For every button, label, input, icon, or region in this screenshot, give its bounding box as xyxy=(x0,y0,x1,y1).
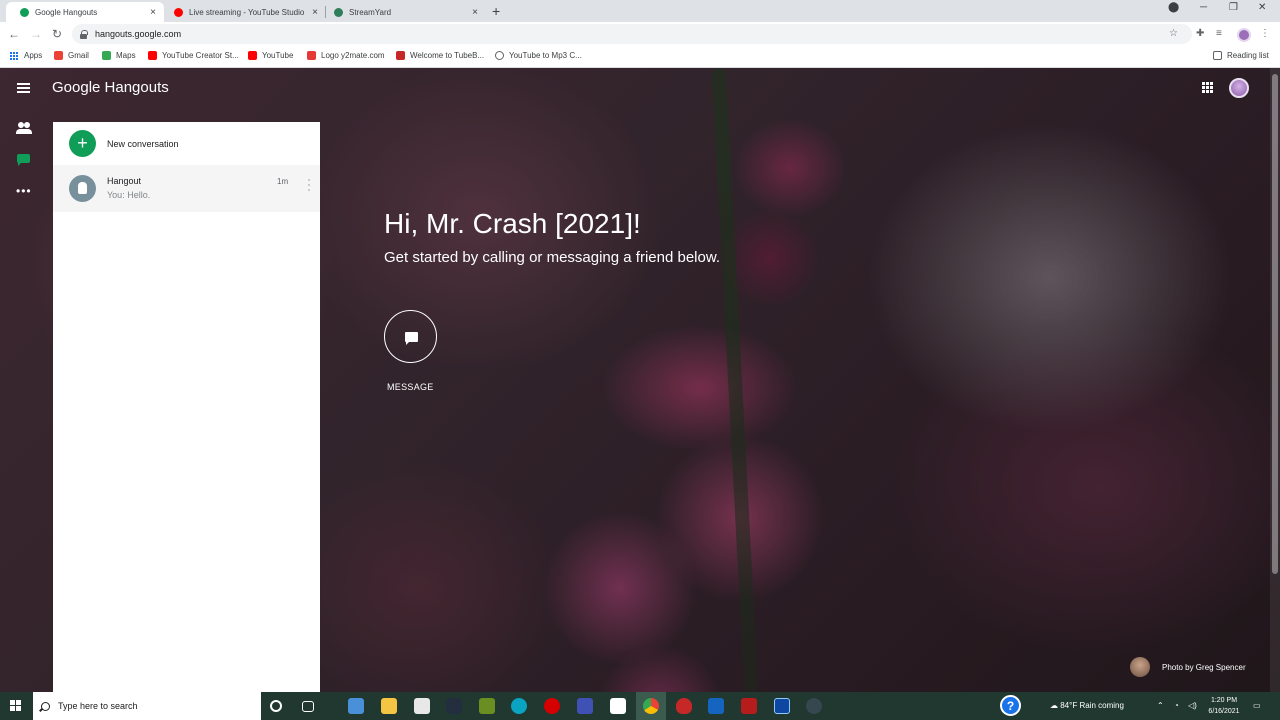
tab-youtube-studio[interactable]: Live streaming - YouTube Studio × xyxy=(160,2,326,22)
windows-taskbar: Type here to search ? ☁ 84°F Rain coming… xyxy=(0,692,1280,720)
bookmark-tubebuddy[interactable]: Welcome to TubeB... xyxy=(396,51,484,60)
tab-close-icon[interactable]: × xyxy=(146,7,160,18)
app-flame-icon[interactable] xyxy=(676,698,692,714)
edge-icon[interactable] xyxy=(511,698,527,714)
task-view-icon[interactable] xyxy=(302,701,314,712)
tray-chevron-icon[interactable]: ⌃ xyxy=(1157,701,1164,710)
youtube-favicon-icon xyxy=(174,7,183,17)
new-tab-button[interactable]: + xyxy=(492,3,500,19)
chrome-icon[interactable] xyxy=(643,698,659,714)
conversations-icon[interactable] xyxy=(16,152,32,168)
reading-list-button[interactable]: Reading list xyxy=(1213,51,1269,60)
new-conversation-button[interactable]: + New conversation xyxy=(53,122,320,165)
browser-tab-strip: Google Hangouts × Live streaming - YouTu… xyxy=(0,0,1280,22)
hangouts-page: Google Hangouts ••• + New conversation H… xyxy=(0,68,1280,692)
cloud-icon xyxy=(495,51,504,60)
tab-google-hangouts[interactable]: Google Hangouts × xyxy=(6,2,164,22)
obs-icon[interactable] xyxy=(806,698,822,714)
youtube-icon xyxy=(248,51,257,60)
conversation-item[interactable]: Hangout You: Hello. 1m xyxy=(53,165,320,212)
lock-icon xyxy=(80,30,88,39)
more-options-icon[interactable]: ••• xyxy=(16,183,32,199)
app-icon[interactable] xyxy=(577,698,593,714)
conversation-time: 1m xyxy=(277,177,289,186)
hangouts-favicon-icon xyxy=(20,7,29,17)
file-explorer-icon[interactable] xyxy=(381,698,397,714)
network-icon[interactable]: ◔ xyxy=(1174,701,1179,710)
bookmarks-bar: Apps Gmail Maps YouTube Creator St... Yo… xyxy=(0,46,1280,68)
account-avatar[interactable] xyxy=(1229,78,1249,98)
apps-grid-icon xyxy=(10,51,18,60)
youtube-icon xyxy=(148,51,157,60)
app-shield-icon[interactable] xyxy=(741,698,757,714)
tubebuddy-icon xyxy=(396,51,405,60)
taskbar-clock[interactable]: 1:20 PM 6/16/2021 xyxy=(1196,695,1252,717)
media-control-icon[interactable]: ≡ xyxy=(1216,28,1222,39)
message-button[interactable] xyxy=(384,310,437,363)
photographer-avatar xyxy=(1130,657,1150,677)
opera-icon[interactable] xyxy=(544,698,560,714)
bookmark-y2mate[interactable]: Logo y2mate.com xyxy=(307,51,385,60)
vmix-icon[interactable] xyxy=(774,698,790,714)
tab-search-icon[interactable]: ⬤ xyxy=(1168,2,1179,13)
tab-close-icon[interactable]: × xyxy=(468,7,482,18)
minimize-icon[interactable]: ─ xyxy=(1200,2,1207,13)
contacts-icon[interactable] xyxy=(16,120,32,136)
bookmark-star-icon[interactable]: ☆ xyxy=(1169,28,1178,39)
camtasia-icon[interactable] xyxy=(479,698,495,714)
screen: Google Hangouts × Live streaming - YouTu… xyxy=(0,0,1280,720)
greeting-title: Hi, Mr. Crash [2021]! xyxy=(384,208,641,239)
close-window-icon[interactable]: ✕ xyxy=(1258,2,1266,13)
hangouts-logo: Google Hangouts xyxy=(52,79,169,96)
reading-list-icon xyxy=(1213,51,1222,60)
conversation-panel: + New conversation Hangout You: Hello. 1… xyxy=(53,122,320,692)
cloud-icon: ☁ xyxy=(1050,701,1061,710)
message-label[interactable]: MESSAGE xyxy=(387,382,434,392)
taskbar-search[interactable]: Type here to search xyxy=(33,692,261,720)
scrollbar-thumb[interactable] xyxy=(1272,74,1278,574)
search-icon xyxy=(41,701,50,711)
bookmark-maps[interactable]: Maps xyxy=(102,51,136,60)
url-text: hangouts.google.com xyxy=(95,29,182,39)
app-bars-icon[interactable] xyxy=(708,698,724,714)
google-apps-icon[interactable] xyxy=(1202,82,1213,93)
bookmark-gmail[interactable]: Gmail xyxy=(54,51,89,60)
greeting-subtitle: Get started by calling or messaging a fr… xyxy=(384,249,721,266)
conversation-avatar xyxy=(69,175,96,202)
mail-app-icon[interactable] xyxy=(348,698,364,714)
gmail-icon xyxy=(54,51,63,60)
main-menu-icon[interactable] xyxy=(17,83,30,93)
chrome-menu-icon[interactable]: ⋮ xyxy=(1260,28,1270,39)
reload-icon[interactable]: ↻ xyxy=(52,27,62,41)
cortana-icon[interactable] xyxy=(270,700,282,712)
maps-icon xyxy=(102,51,111,60)
photo-credit[interactable]: Photo by Greg Spencer xyxy=(1130,657,1246,677)
back-icon[interactable]: ← xyxy=(8,27,20,41)
help-icon[interactable]: ? xyxy=(1000,695,1021,716)
bookmark-youtube-mp3[interactable]: YouTube to Mp3 C... xyxy=(495,51,582,60)
bookmark-youtube-creator[interactable]: YouTube Creator St... xyxy=(148,51,239,60)
forward-icon[interactable]: → xyxy=(30,27,42,41)
conversation-snippet: You: Hello. xyxy=(107,190,151,200)
amazon-icon[interactable] xyxy=(446,698,462,714)
streamyard-favicon-icon xyxy=(334,7,343,17)
conversation-name: Hangout xyxy=(107,176,142,186)
weather-widget[interactable]: ☁ 84°F Rain coming xyxy=(1050,701,1124,710)
browser-toolbar: ← → ↻ hangouts.google.com ☆ ✚ ≡ ⋮ xyxy=(0,22,1280,46)
page-scrollbar[interactable] xyxy=(1270,68,1280,692)
profile-avatar[interactable] xyxy=(1237,28,1251,42)
y2mate-icon xyxy=(307,51,316,60)
windows-start-icon[interactable] xyxy=(10,700,21,711)
extensions-icon[interactable]: ✚ xyxy=(1196,28,1204,39)
bookmark-apps[interactable]: Apps xyxy=(10,51,42,60)
store-icon[interactable] xyxy=(414,698,430,714)
bookmark-youtube[interactable]: YouTube xyxy=(248,51,293,60)
restore-icon[interactable]: ❐ xyxy=(1229,2,1238,13)
notepad-icon[interactable] xyxy=(610,698,626,714)
address-bar[interactable]: hangouts.google.com xyxy=(72,24,1192,44)
plus-icon: + xyxy=(69,130,96,157)
notifications-icon[interactable]: ▭ xyxy=(1253,701,1261,710)
tab-streamyard[interactable]: StreamYard × xyxy=(320,2,486,22)
conversation-more-icon[interactable] xyxy=(308,179,311,191)
